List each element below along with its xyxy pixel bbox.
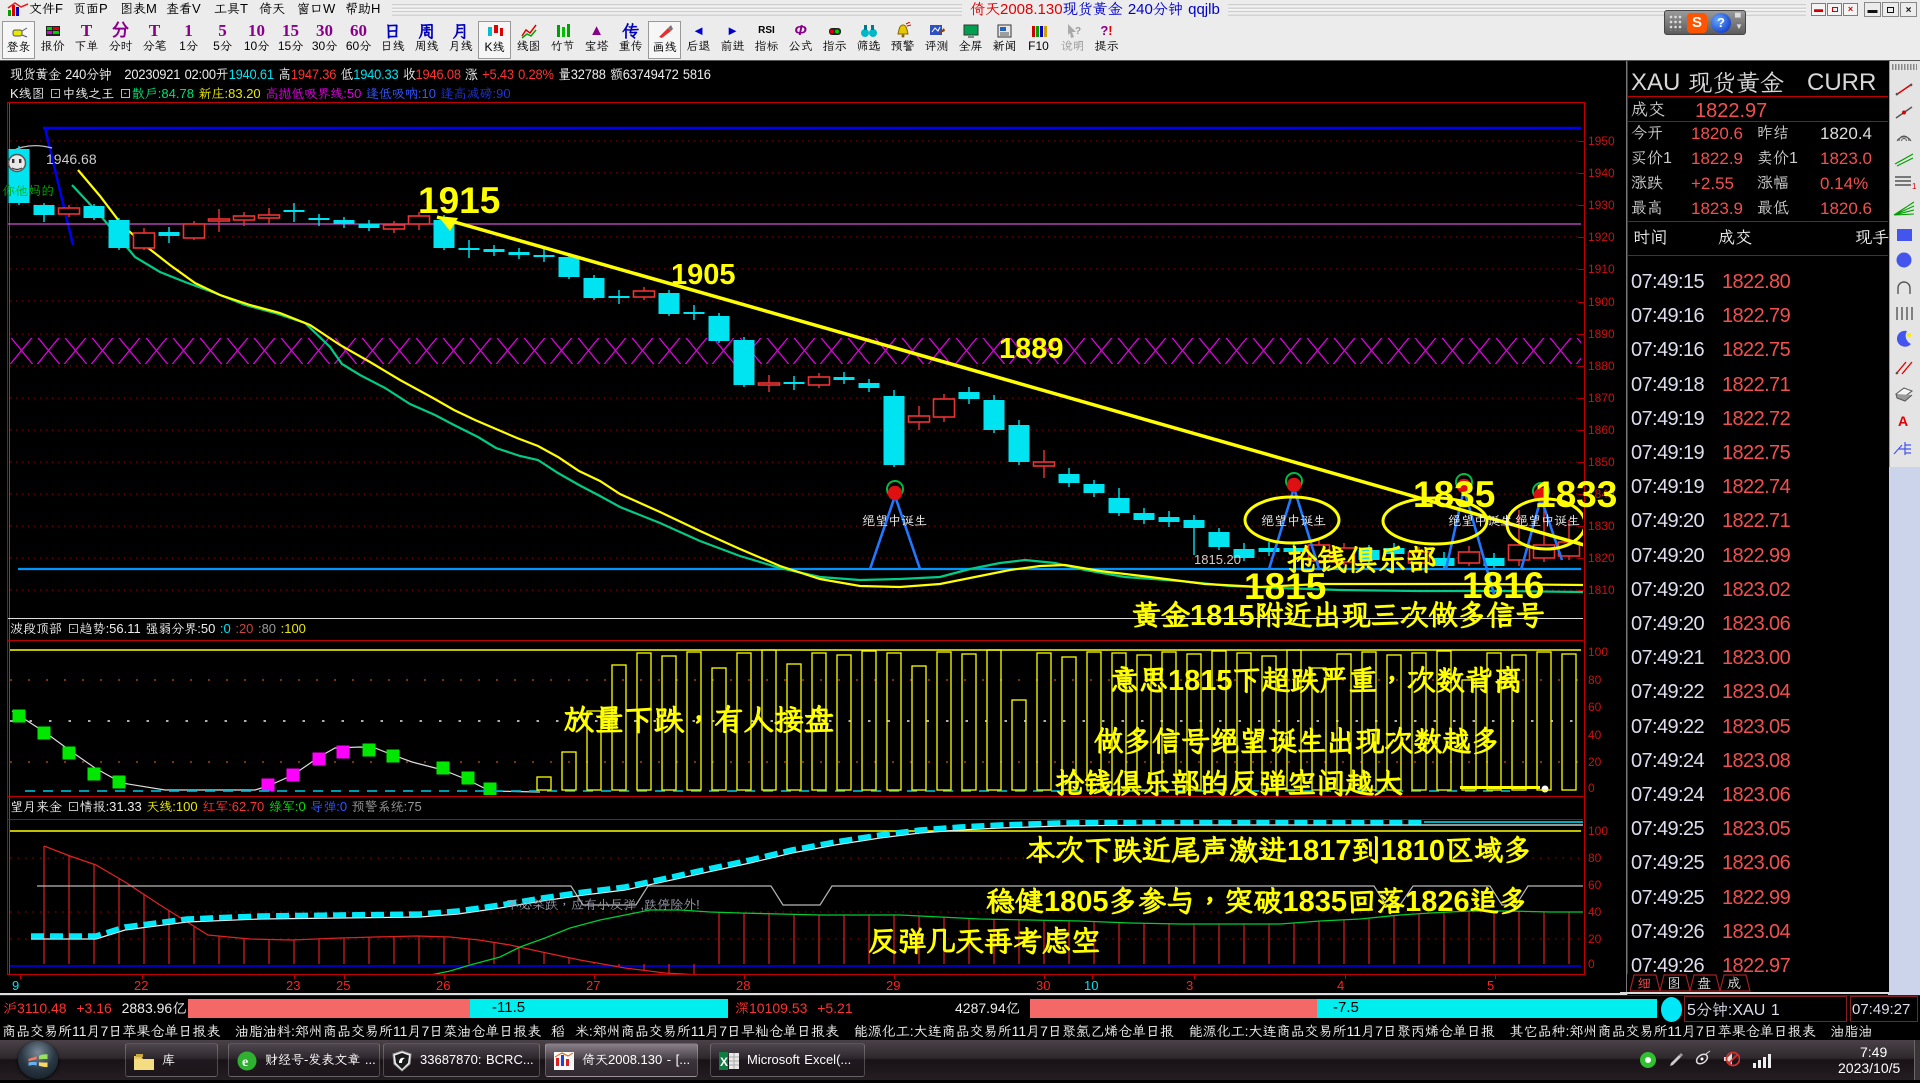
svg-text:A: A <box>1898 413 1908 429</box>
svg-text:e: e <box>242 1055 248 1070</box>
svg-text:1: 1 <box>1912 182 1917 191</box>
svg-text:X: X <box>720 1055 728 1069</box>
svg-text:?: ? <box>1075 24 1081 37</box>
